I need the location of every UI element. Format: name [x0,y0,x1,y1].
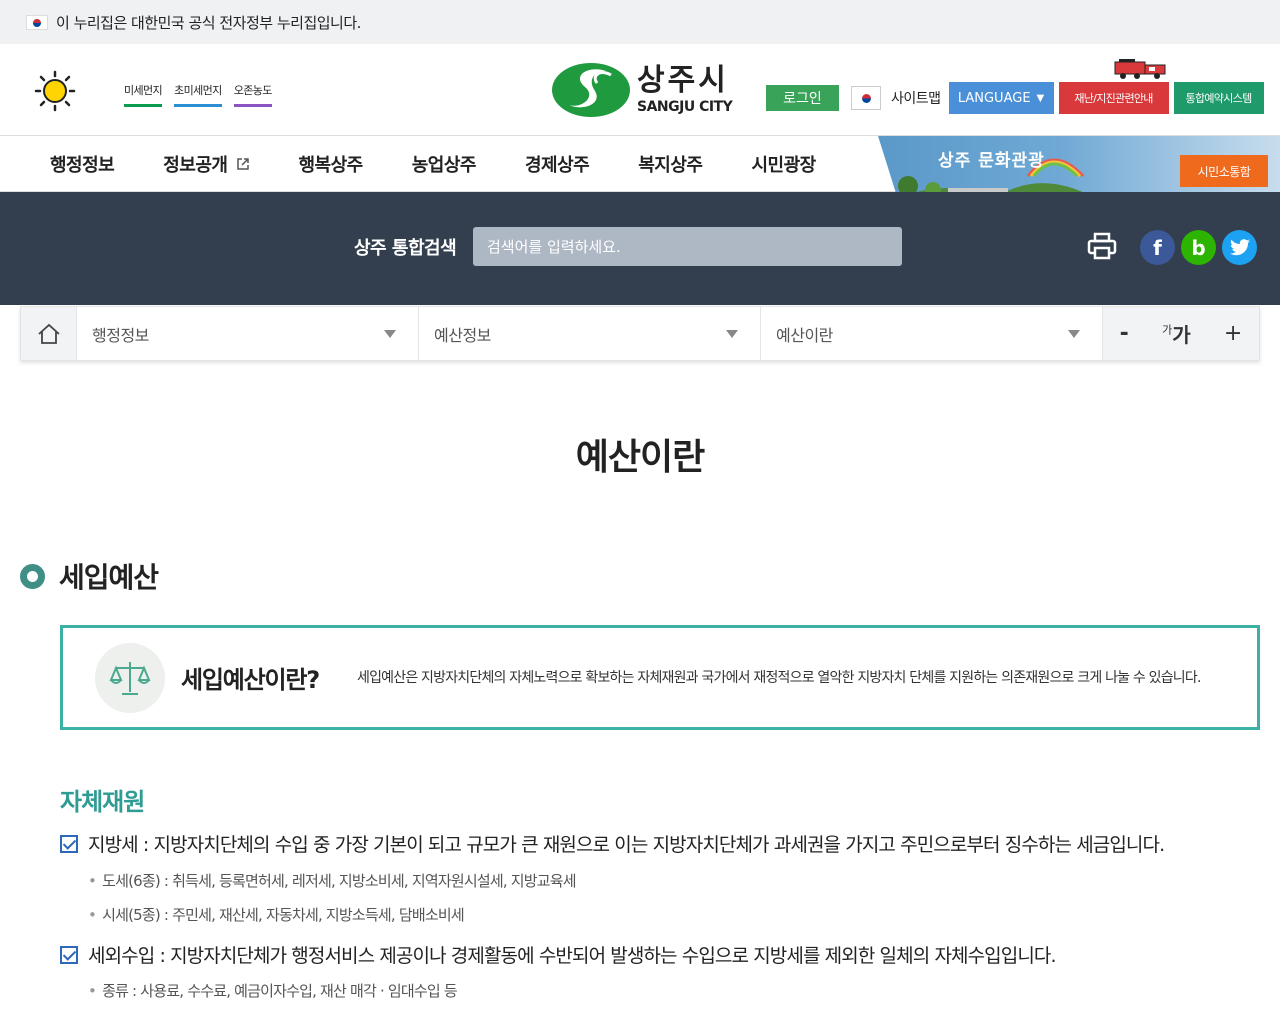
nav-item-economy[interactable]: 경제상주 [525,151,590,177]
font-increase-button[interactable]: + [1224,321,1242,346]
home-icon [37,323,60,344]
font-size-tools: - 가가 + [1103,307,1259,360]
breadcrumb: 행정정보 예산정보 예산이란 - 가가 + [20,306,1260,361]
ozone-tab[interactable]: 오존농도 [233,82,272,107]
list-item-local-tax: 지방세 : 지방자치단체의 수입 중 가장 기본이 되고 규모가 큰 재원으로 … [60,830,1165,857]
banner-title: 상주 문화관광 [938,151,1045,171]
logo-korean: 상주시 [637,63,729,98]
social-share: f b [1140,230,1257,265]
language-label: LANGUAGE [957,90,1031,106]
nav-item-agriculture[interactable]: 농업상주 [412,151,477,177]
fine-dust-tab[interactable]: 미세먼지 [124,82,163,107]
list-item: 종류 : 사용료, 수수료, 예금이자수입, 재산 매각 · 임대수입 등 [88,980,458,1001]
language-dropdown[interactable]: LANGUAGE ▼ [948,82,1054,114]
search-input[interactable] [473,227,902,266]
site-header: 미세먼지 초미세먼지 오존농도 상주시 SANGJU CITY 로그인 사이트맵… [0,44,1280,136]
checkbox-icon [60,945,78,964]
scale-icon [95,642,165,713]
site-logo[interactable]: 상주시 SANGJU CITY [551,61,733,119]
nav-item-citizen[interactable]: 시민광장 [752,151,817,177]
citizen-communication-button[interactable]: 시민소통함 [1180,155,1268,187]
gov-banner: 이 누리집은 대한민국 공식 전자정부 누리집입니다. [0,0,1280,44]
fire-truck-icon [1114,59,1166,79]
nav-item-happy[interactable]: 행복상주 [299,151,364,177]
facebook-icon[interactable]: f [1140,230,1175,265]
list-item: 시세(5종) : 주민세, 재산세, 자동차세, 지방소득세, 담배소비세 [88,904,465,925]
blog-icon[interactable]: b [1181,230,1216,265]
nav-item-welfare[interactable]: 복지상주 [638,151,703,177]
caret-down-icon: ▼ [1036,92,1045,104]
nav-item-admin[interactable]: 행정정보 [50,151,115,177]
air-quality-tabs: 미세먼지 초미세먼지 오존농도 [124,82,272,107]
weather-sun-icon [34,70,76,112]
korea-flag-icon [26,14,48,30]
caret-down-icon [1068,329,1080,338]
ultrafine-dust-tab[interactable]: 초미세먼지 [174,82,222,107]
own-revenue-title: 자체재원 [60,788,145,816]
breadcrumb-select-2[interactable]: 예산정보 [419,307,761,360]
list-item-non-tax: 세외수입 : 지방자치단체가 행정서비스 제공이나 경제활동에 수반되어 발생하… [60,941,1057,968]
sitemap-label: 사이트맵 [891,91,941,107]
twitter-bird-icon [1229,239,1250,256]
sangju-logo-icon [552,63,630,117]
info-box: 세입예산이란? 세입예산은 지방자치단체의 자체노력으로 확보하는 자체재원과 … [60,625,1260,730]
disaster-label: 재난/지진관련안내 [1074,92,1153,105]
section-title: 세입예산 [20,556,159,596]
info-heading: 세입예산이란? [181,666,320,694]
search-band: 상주 통합검색 f b [0,192,1280,305]
logo-english: SANGJU CITY [637,99,733,115]
list-item: 도세(6종) : 취득세, 등록면허세, 레저세, 지방소비세, 지역자원시설세… [88,870,577,891]
nav-item-disclosure[interactable]: 정보공개 [163,151,249,177]
korea-flag-icon [851,86,881,110]
breadcrumb-select-1[interactable]: 행정정보 [77,307,419,360]
disaster-info-button[interactable]: 재난/지진관련안내 [1058,59,1169,114]
checkbox-icon [60,834,78,853]
reservation-system-button[interactable]: 통합예약시스템 [1173,82,1264,114]
gov-banner-text: 이 누리집은 대한민국 공식 전자정부 누리집입니다. [56,13,361,32]
external-link-icon [236,158,249,170]
breadcrumb-select-3[interactable]: 예산이란 [761,307,1103,360]
main-nav: 행정정보 정보공개 행복상주 농업상주 경제상주 복지상주 시민광장 상주 문화… [0,136,1280,206]
search-label: 상주 통합검색 [354,238,457,259]
section-bullet-icon [20,563,45,589]
caret-down-icon [726,329,738,338]
print-icon[interactable] [1086,230,1118,262]
login-button[interactable]: 로그인 [766,85,839,111]
sitemap-link[interactable]: 사이트맵 [851,86,941,110]
caret-down-icon [384,329,396,338]
font-reset-button[interactable]: 가가 [1162,319,1191,348]
page-title: 예산이란 [575,437,705,478]
home-button[interactable] [21,307,77,360]
twitter-icon[interactable] [1222,230,1257,265]
info-text: 세입예산은 지방자치단체의 자체노력으로 확보하는 자체재원과 국가에서 재정적… [357,669,1201,686]
font-decrease-button[interactable]: - [1120,321,1129,346]
